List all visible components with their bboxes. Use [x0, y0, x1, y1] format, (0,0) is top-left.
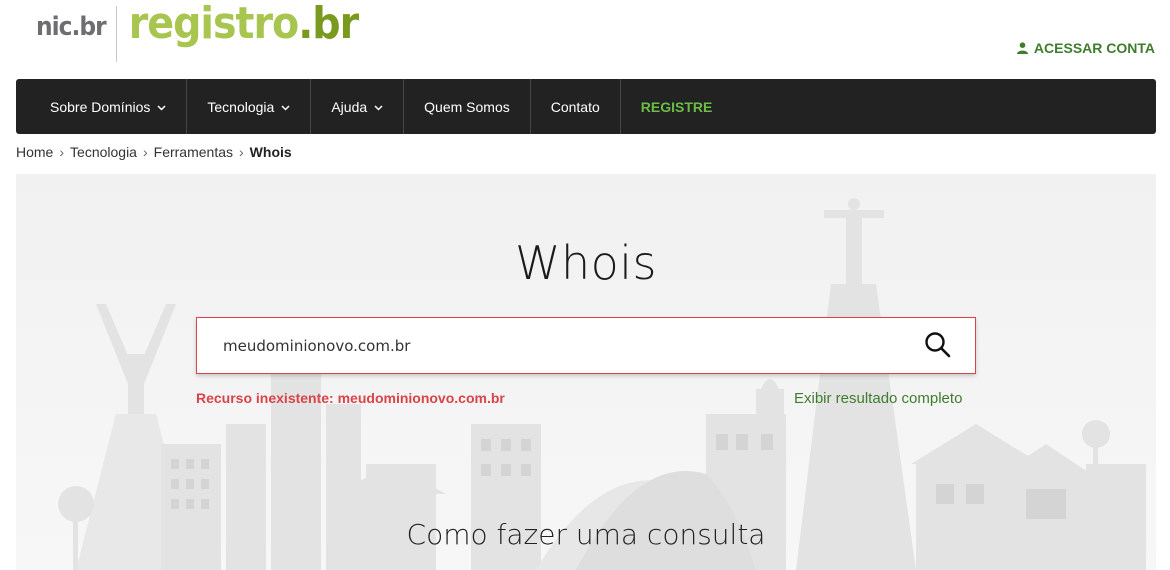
breadcrumb-ferramentas[interactable]: Ferramentas — [154, 144, 233, 160]
whois-search-box — [196, 317, 976, 374]
nav-item-label: Ajuda — [331, 98, 368, 115]
main-nav: Sobre Domínios Tecnologia Ajuda Quem Som… — [16, 79, 1156, 134]
registro-br-logo: registro.br — [128, 0, 359, 49]
nav-item-label: Tecnologia — [207, 98, 275, 115]
site-logo[interactable]: nic.br registro.br — [36, 0, 359, 70]
nic-br-logo: nic.br — [36, 12, 107, 42]
registro-logo-text: registro — [128, 0, 300, 49]
logo-divider — [115, 6, 117, 62]
breadcrumb: Home › Tecnologia › Ferramentas › Whois — [16, 144, 292, 160]
nav-item-contato[interactable]: Contato — [531, 79, 621, 134]
nav-item-label: REGISTRE — [640, 98, 713, 115]
nav-item-quem-somos[interactable]: Quem Somos — [404, 79, 531, 134]
chevron-down-icon — [157, 102, 166, 114]
page-title: Whois — [514, 236, 658, 290]
whois-hero: Whois Recurso inexistente: meudominionov… — [16, 174, 1156, 570]
search-button[interactable] — [923, 330, 953, 360]
como-fazer-consulta-heading: Como fazer uma consulta — [406, 518, 766, 551]
nav-item-sobre-dominios[interactable]: Sobre Domínios — [16, 79, 188, 134]
nav-item-tecnologia[interactable]: Tecnologia — [187, 79, 312, 134]
breadcrumb-separator: › — [239, 144, 244, 160]
breadcrumb-current: Whois — [249, 144, 292, 160]
registro-logo-suffix: .br — [298, 0, 359, 49]
breadcrumb-separator: › — [59, 144, 65, 160]
nav-item-label: Quem Somos — [424, 98, 510, 115]
nav-item-registre[interactable]: REGISTRE — [621, 79, 733, 134]
nav-item-ajuda[interactable]: Ajuda — [311, 79, 405, 134]
nav-item-label: Contato — [550, 98, 600, 115]
breadcrumb-separator: › — [142, 144, 148, 160]
chevron-down-icon — [374, 102, 383, 114]
acessar-conta-label: ACESSAR CONTA — [1033, 40, 1155, 56]
whois-search-input[interactable] — [221, 330, 905, 362]
acessar-conta-link[interactable]: ACESSAR CONTA — [1016, 40, 1155, 56]
search-icon — [925, 332, 951, 358]
breadcrumb-home[interactable]: Home — [16, 144, 53, 160]
user-icon — [1016, 42, 1028, 54]
error-message: Recurso inexistente: meudominionovo.com.… — [196, 390, 505, 406]
exibir-resultado-completo-link[interactable]: Exibir resultado completo — [794, 390, 962, 407]
chevron-down-icon — [281, 102, 290, 114]
nav-item-label: Sobre Domínios — [50, 98, 151, 115]
breadcrumb-tecnologia[interactable]: Tecnologia — [70, 144, 137, 160]
